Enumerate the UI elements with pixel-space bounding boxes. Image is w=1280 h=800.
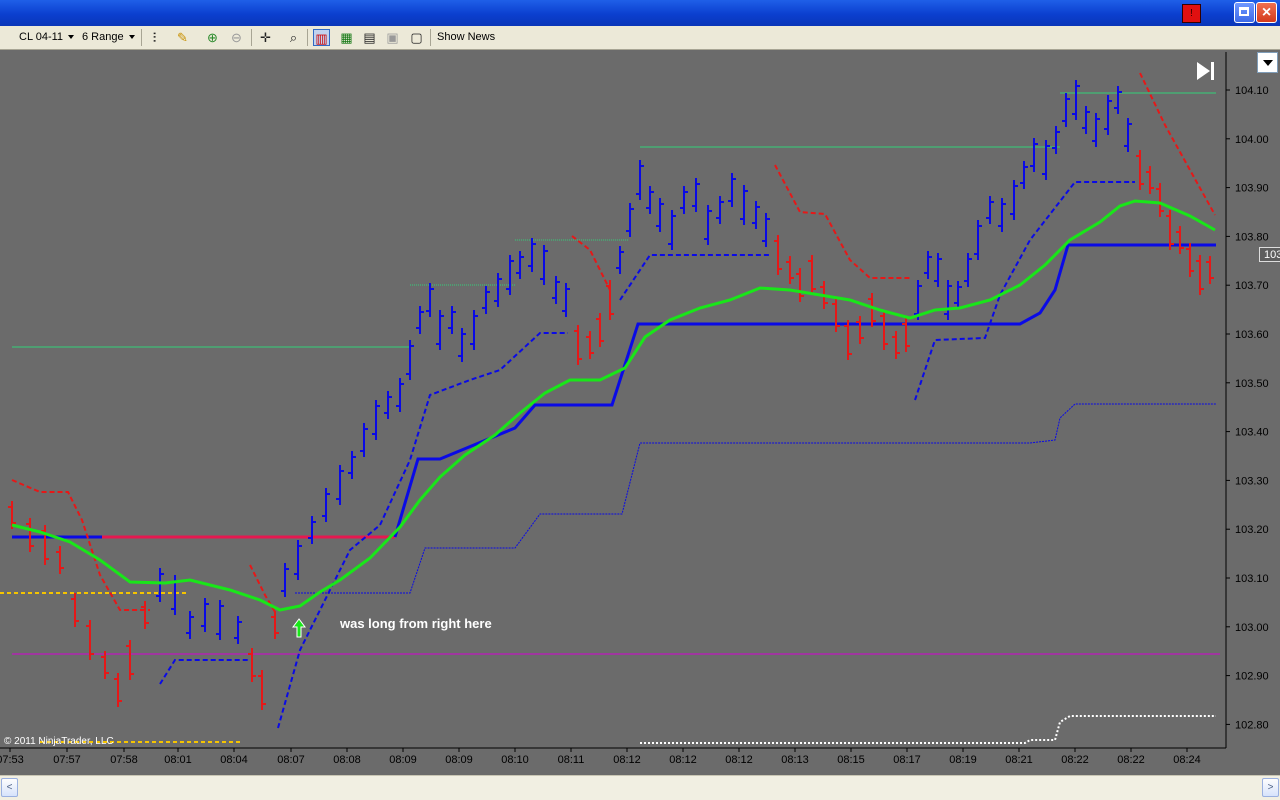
time-tick-label: 08:10 xyxy=(501,754,529,766)
price-tick-label: 102.80 xyxy=(1235,719,1269,731)
time-tick-label: 08:01 xyxy=(164,754,192,766)
time-tick-label: 08:11 xyxy=(558,754,585,766)
price-tick-label: 103.30 xyxy=(1235,475,1269,487)
last-price-label: 103.76 xyxy=(1259,247,1280,262)
price-tick-label: 104.00 xyxy=(1235,134,1269,146)
moving-average-line xyxy=(11,199,1216,612)
white-dotted-line xyxy=(640,715,1216,744)
zoom-in-icon[interactable]: ⊕ xyxy=(204,29,221,46)
blue-stop-line xyxy=(277,332,568,729)
instrument-selector[interactable]: CL 04-11 xyxy=(19,26,75,49)
price-tick-label: 103.50 xyxy=(1235,378,1269,390)
time-tick-label: 08:08 xyxy=(333,754,361,766)
time-tick-label: 08:22 xyxy=(1061,754,1089,766)
time-tick-label: 08:12 xyxy=(613,754,641,766)
jump-to-end-icon[interactable] xyxy=(1197,62,1214,80)
zoom-out-icon[interactable]: ⊖ xyxy=(228,29,245,46)
time-tick-label: 08:09 xyxy=(445,754,473,766)
alert-icon[interactable]: ! xyxy=(1182,4,1201,23)
time-axis-ticks: 07:53 07:57 07:58 08:01 08:04 08:07 08:08 08:09… xyxy=(0,748,1201,766)
bar-type-label: 6 Range xyxy=(82,31,124,43)
blue-stop-line xyxy=(159,659,250,685)
time-tick-label: 08:07 xyxy=(277,754,305,766)
show-news-button[interactable]: Show News xyxy=(437,26,495,49)
bars-icon[interactable]: ⫶ xyxy=(146,29,163,46)
price-bars xyxy=(8,80,1214,710)
time-tick-label: 08:15 xyxy=(837,754,865,766)
candle-icon[interactable]: ▦ xyxy=(338,29,355,46)
time-tick-label: 08:12 xyxy=(669,754,697,766)
chart-style-icon[interactable]: ▥ xyxy=(313,29,330,46)
price-tick-label: 103.60 xyxy=(1235,329,1269,341)
price-tick-label: 102.90 xyxy=(1235,671,1269,683)
price-tick-label: 103.20 xyxy=(1235,524,1269,536)
price-tick-label: 103.80 xyxy=(1235,231,1269,243)
price-tick-label: 103.00 xyxy=(1235,622,1269,634)
time-tick-label: 07:53 xyxy=(0,754,24,766)
bar-type-selector[interactable]: 6 Range xyxy=(82,26,135,49)
scroll-right-button[interactable]: > xyxy=(1262,778,1279,797)
price-tick-label: 103.70 xyxy=(1235,280,1269,292)
properties-icon[interactable]: ▢ xyxy=(408,29,425,46)
time-tick-label: 08:17 xyxy=(893,754,921,766)
scroll-left-button[interactable]: < xyxy=(1,778,18,797)
time-tick-label: 08:19 xyxy=(949,754,977,766)
title-bar: ! × xyxy=(0,0,1280,26)
time-tick-label: 07:57 xyxy=(53,754,81,766)
copyright-text: © 2011 NinjaTrader, LLC xyxy=(4,736,114,747)
close-button[interactable]: × xyxy=(1256,2,1277,23)
blue-trend-line xyxy=(393,243,1216,538)
price-tick-label: 104.10 xyxy=(1235,85,1269,97)
time-tick-label: 08:21 xyxy=(1005,754,1033,766)
price-tick-label: 103.40 xyxy=(1235,427,1269,439)
trade-annotation: was long from right here xyxy=(339,616,492,631)
time-tick-label: 08:09 xyxy=(389,754,417,766)
price-chart[interactable]: was long from right here © 2011 NinjaTra… xyxy=(0,50,1280,780)
red-stop-line xyxy=(1139,72,1216,216)
maximize-button[interactable] xyxy=(1234,2,1255,23)
crosshair-icon[interactable]: ✛ xyxy=(257,29,274,46)
chart-options-dropdown[interactable] xyxy=(1257,52,1278,73)
strategy-icon[interactable]: ▣ xyxy=(384,29,401,46)
time-tick-label: 07:58 xyxy=(110,754,138,766)
long-entry-arrow-icon xyxy=(292,618,306,638)
time-tick-label: 08:22 xyxy=(1117,754,1145,766)
chart-toolbar: CL 04-11 6 Range ⫶ ✎ ⊕ ⊖ ✛ ⌕ ▥ ▦ ▤ ▣ ▢ S… xyxy=(0,26,1280,50)
price-tick-label: 103.10 xyxy=(1235,573,1269,585)
lower-band-line xyxy=(295,403,1216,594)
price-axis[interactable] xyxy=(1226,52,1280,749)
instrument-label: CL 04-11 xyxy=(19,31,64,43)
magnifier-icon[interactable]: ⌕ xyxy=(285,29,302,46)
indicator-icon[interactable]: ▤ xyxy=(361,29,378,46)
time-tick-label: 08:12 xyxy=(725,754,753,766)
red-stop-line xyxy=(774,164,910,279)
time-tick-label: 08:13 xyxy=(781,754,809,766)
pencil-icon[interactable]: ✎ xyxy=(174,29,191,46)
chart-canvas: was long from right here © 2011 NinjaTra… xyxy=(0,52,1280,766)
red-stop-line xyxy=(571,235,611,291)
horizontal-scrollbar[interactable]: < > xyxy=(0,775,1280,800)
time-tick-label: 08:24 xyxy=(1173,754,1201,766)
time-tick-label: 08:04 xyxy=(220,754,248,766)
price-tick-label: 103.90 xyxy=(1235,183,1269,195)
